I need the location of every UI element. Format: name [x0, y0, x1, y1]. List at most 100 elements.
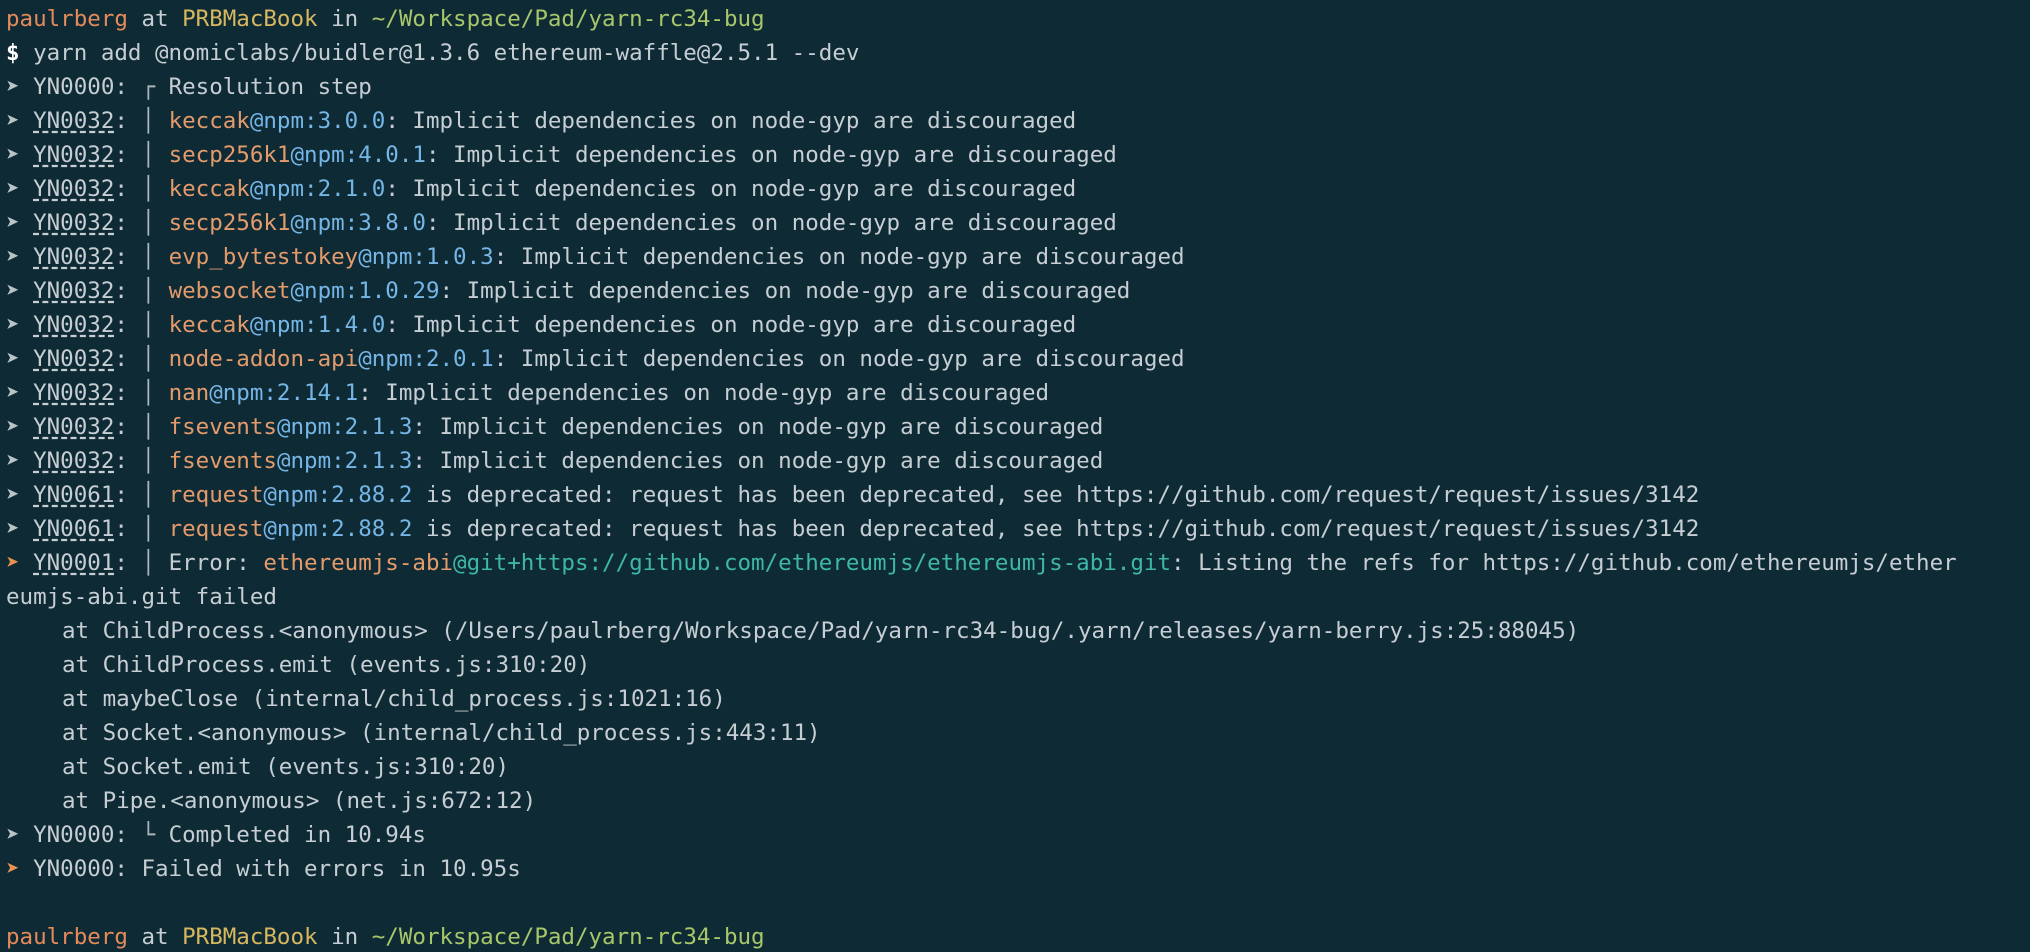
prompt-path: ~/Workspace/Pad/yarn-rc34-bug — [371, 6, 765, 32]
warning-message: : Implicit dependencies on node-gyp are … — [385, 312, 1077, 338]
stack-frame: at Pipe.<anonymous> (net.js:672:12) — [62, 784, 536, 818]
arrow-icon: ➤ — [6, 448, 20, 474]
separator: : — [114, 380, 128, 406]
warning-message: : Implicit dependencies on node-gyp are … — [439, 278, 1131, 304]
stack-frame-text: at Socket.<anonymous> (internal/child_pr… — [62, 720, 821, 746]
arrow-icon: ➤ — [6, 278, 20, 304]
warning-message: : Implicit dependencies on node-gyp are … — [425, 210, 1117, 236]
arrow-icon: ➤ — [6, 482, 20, 508]
arrow-icon: ➤ — [6, 414, 20, 440]
stack-frame: at ChildProcess.emit (events.js:310:20) — [62, 648, 590, 682]
failed-text: Failed with errors in 10.95s — [141, 856, 521, 882]
stack-frame-text: at Pipe.<anonymous> (net.js:672:12) — [62, 788, 537, 814]
prompt-host: PRBMacBook — [182, 6, 318, 32]
warning-message: is deprecated: request has been deprecat… — [412, 482, 1700, 508]
message-code: YN0032 — [33, 176, 115, 202]
warning-line: ➤ YN0032: │ websocket@npm:1.0.29: Implic… — [6, 274, 1130, 308]
package-version: @npm:2.14.1 — [209, 380, 359, 406]
package-version: @npm:4.0.1 — [290, 142, 426, 168]
failed-line: ➤ YN0000: Failed with errors in 10.95s — [6, 852, 521, 886]
separator: : — [114, 822, 142, 848]
separator: : — [114, 856, 142, 882]
warning-line: ➤ YN0032: │ evp_bytestokey@npm:1.0.3: Im… — [6, 240, 1185, 274]
tree-pipe: │ — [141, 516, 156, 542]
package-version: @npm:1.0.3 — [358, 244, 494, 270]
warning-message: : Implicit dependencies on node-gyp are … — [412, 414, 1104, 440]
prompt-line-next: paulrberg at PRBMacBook in ~/Workspace/P… — [6, 920, 765, 952]
arrow-icon: ➤ — [6, 74, 20, 100]
prompt-at: at — [141, 924, 169, 950]
separator: : — [114, 176, 128, 202]
package-name: keccak — [168, 312, 250, 338]
warning-line: ➤ YN0061: │ request@npm:2.88.2 is deprec… — [6, 512, 1699, 546]
tree-pipe: │ — [141, 550, 156, 576]
warning-line: ➤ YN0032: │ secp256k1@npm:4.0.1: Implici… — [6, 138, 1117, 172]
separator: : — [114, 448, 128, 474]
terminal-window[interactable]: paulrberg at PRBMacBook in ~/Workspace/P… — [0, 0, 2030, 952]
stack-frame: at Socket.emit (events.js:310:20) — [62, 750, 509, 784]
warning-line: ➤ YN0061: │ request@npm:2.88.2 is deprec… — [6, 478, 1699, 512]
package-version: @npm:2.1.3 — [276, 414, 413, 440]
message-code: YN0032 — [33, 244, 115, 270]
step-text: Resolution step — [168, 74, 372, 100]
package-name: fsevents — [168, 414, 277, 440]
warning-line: ➤ YN0032: │ keccak@npm:1.4.0: Implicit d… — [6, 308, 1076, 342]
prompt-user: paulrberg — [6, 924, 128, 950]
warning-message: : Implicit dependencies on node-gyp are … — [493, 346, 1185, 372]
package-version: @npm:2.0.1 — [358, 346, 494, 372]
warning-message: : Implicit dependencies on node-gyp are … — [385, 108, 1077, 134]
arrow-icon: ➤ — [6, 312, 20, 338]
tree-pipe: └ — [141, 822, 156, 848]
warning-message: : Implicit dependencies on node-gyp are … — [385, 176, 1077, 202]
warning-line: ➤ YN0032: │ keccak@npm:3.0.0: Implicit d… — [6, 104, 1076, 138]
warning-line: ➤ YN0032: │ keccak@npm:2.1.0: Implicit d… — [6, 172, 1076, 206]
error-continuation: eumjs-abi.git failed — [6, 580, 277, 614]
separator: : — [114, 278, 128, 304]
package-version: @npm:1.0.29 — [290, 278, 440, 304]
separator: : — [114, 346, 128, 372]
completed-line: ➤ YN0000: └ Completed in 10.94s — [6, 818, 426, 852]
stack-frame: at ChildProcess.<anonymous> (/Users/paul… — [62, 614, 1579, 648]
tree-pipe: │ — [141, 108, 156, 134]
message-code: YN0032 — [33, 142, 115, 168]
stack-frame-text: at ChildProcess.<anonymous> (/Users/paul… — [62, 618, 1580, 644]
arrow-icon: ➤ — [6, 856, 20, 882]
message-code: YN0032 — [33, 278, 115, 304]
warning-line: ➤ YN0032: │ node-addon-api@npm:2.0.1: Im… — [6, 342, 1185, 376]
warning-line: ➤ YN0032: │ nan@npm:2.14.1: Implicit dep… — [6, 376, 1049, 410]
message-code: YN0000 — [33, 74, 115, 100]
error-message-wrap: eumjs-abi.git failed — [6, 584, 277, 610]
error-git-ref: @git+https://github.com/ethereumjs/ether… — [453, 550, 1171, 576]
arrow-icon: ➤ — [6, 822, 20, 848]
prompt-in: in — [331, 924, 359, 950]
prompt-symbol: $ — [6, 40, 20, 66]
arrow-icon: ➤ — [6, 516, 20, 542]
tree-pipe: │ — [141, 380, 156, 406]
message-code: YN0000 — [33, 856, 115, 882]
prompt-host: PRBMacBook — [182, 924, 318, 950]
message-code: YN0061 — [33, 482, 115, 508]
package-version: @npm:2.1.3 — [276, 448, 413, 474]
